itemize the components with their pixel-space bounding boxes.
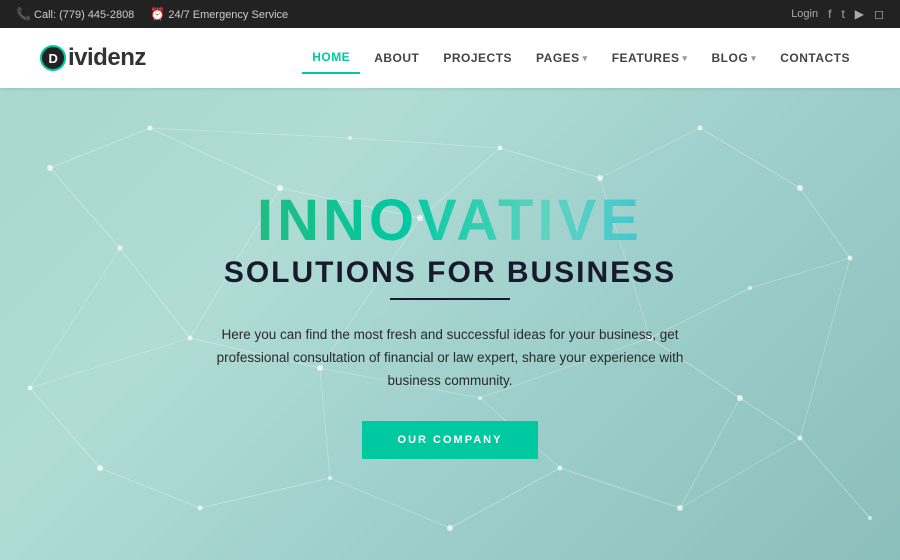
pages-chevron: ▾ [583,53,588,64]
nav-home[interactable]: HOME [302,42,360,74]
hero-section: INNOVATIVE SOLUTIONS FOR BUSINESS Here y… [0,88,900,560]
emergency-text: 24/7 Emergency Service [168,9,288,21]
nav-features[interactable]: FEATURES ▾ [602,43,698,73]
hero-cta-button[interactable]: OUR COMPANY [362,421,539,459]
clock-icon: ⏰ [150,7,165,21]
main-nav: HOME ABOUT PROJECTS PAGES ▾ FEATURES ▾ B… [302,42,860,74]
logo-text: ividenz [68,44,146,72]
header: D ividenz HOME ABOUT PROJECTS PAGES ▾ FE… [0,28,900,88]
top-bar: 📞 Call: (779) 445-2808 ⏰ 24/7 Emergency … [0,0,900,28]
nav-blog[interactable]: BLOG ▾ [702,43,767,73]
nav-pages[interactable]: PAGES ▾ [526,43,598,73]
hero-description: Here you can find the most fresh and suc… [210,324,690,393]
twitter-icon[interactable]: t [841,7,844,21]
phone-text: Call: (779) 445-2808 [34,9,134,21]
hero-title-bottom: SOLUTIONS FOR BUSINESS [224,256,676,300]
instagram-icon[interactable]: ◻ [874,7,884,21]
nav-projects[interactable]: PROJECTS [433,43,522,73]
logo-icon: D [40,45,66,71]
top-bar-left: 📞 Call: (779) 445-2808 ⏰ 24/7 Emergency … [16,7,288,21]
login-link[interactable]: Login [791,8,818,20]
logo[interactable]: D ividenz [40,44,146,72]
phone-icon: 📞 [16,7,31,21]
features-chevron: ▾ [682,53,687,64]
facebook-icon[interactable]: f [828,7,831,21]
youtube-icon[interactable]: ▶ [855,7,864,21]
emergency-info: ⏰ 24/7 Emergency Service [150,7,288,21]
hero-content: INNOVATIVE SOLUTIONS FOR BUSINESS Here y… [190,189,710,460]
phone-info: 📞 Call: (779) 445-2808 [16,7,134,21]
nav-contacts[interactable]: CONTACTS [770,43,860,73]
blog-chevron: ▾ [751,53,756,64]
nav-about[interactable]: ABOUT [364,43,429,73]
hero-title-top: INNOVATIVE [210,189,690,253]
top-bar-right: Login f t ▶ ◻ [791,7,884,21]
